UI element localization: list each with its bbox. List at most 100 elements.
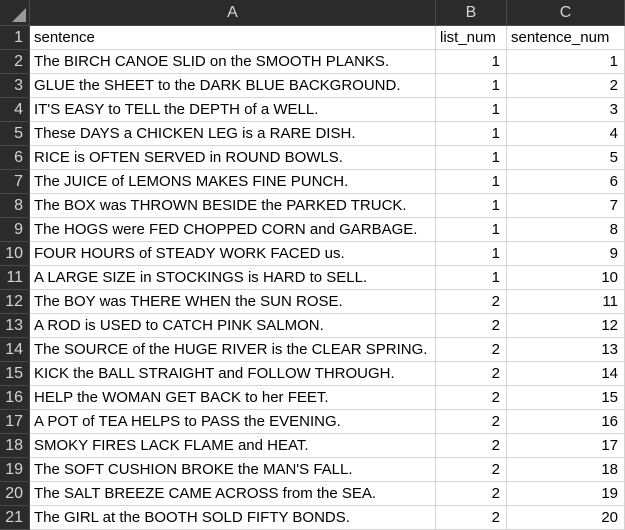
- list-num-cell[interactable]: 1: [436, 50, 507, 74]
- list-num-cell[interactable]: 1: [436, 218, 507, 242]
- sentence-cell[interactable]: SMOKY FIRES LACK FLAME and HEAT.: [30, 434, 436, 458]
- row-header[interactable]: 3: [0, 74, 30, 98]
- sentence-num-cell[interactable]: 4: [507, 122, 625, 146]
- sentence-cell[interactable]: The BOX was THROWN BESIDE the PARKED TRU…: [30, 194, 436, 218]
- row-header[interactable]: 12: [0, 290, 30, 314]
- table-row: 1 sentence list_num sentence_num: [0, 26, 625, 50]
- row-header-1[interactable]: 1: [0, 26, 30, 50]
- table-row: 20 The SALT BREEZE CAME ACROSS from the S…: [0, 482, 625, 506]
- table-row: 12 The BOY was THERE WHEN the SUN ROSE. 2 1…: [0, 290, 625, 314]
- sentence-num-cell[interactable]: 11: [507, 290, 625, 314]
- sentence-num-cell[interactable]: 19: [507, 482, 625, 506]
- table-row: 2 The BIRCH CANOE SLID on the SMOOTH PLAN…: [0, 50, 625, 74]
- cell-c1[interactable]: sentence_num: [507, 26, 625, 50]
- sentence-cell[interactable]: IT'S EASY to TELL the DEPTH of a WELL.: [30, 98, 436, 122]
- row-header[interactable]: 7: [0, 170, 30, 194]
- list-num-cell[interactable]: 1: [436, 74, 507, 98]
- list-num-cell[interactable]: 2: [436, 386, 507, 410]
- column-header-row: A B C: [0, 0, 625, 26]
- cell-b1[interactable]: list_num: [436, 26, 507, 50]
- list-num-cell[interactable]: 2: [436, 482, 507, 506]
- list-num-cell[interactable]: 2: [436, 362, 507, 386]
- sentence-cell[interactable]: A POT of TEA HELPS to PASS the EVENING.: [30, 410, 436, 434]
- list-num-cell[interactable]: 1: [436, 122, 507, 146]
- sentence-num-cell[interactable]: 15: [507, 386, 625, 410]
- sentence-cell[interactable]: The HOGS were FED CHOPPED CORN and GARBA…: [30, 218, 436, 242]
- sentence-num-cell[interactable]: 13: [507, 338, 625, 362]
- row-header[interactable]: 5: [0, 122, 30, 146]
- sentence-cell[interactable]: A ROD is USED to CATCH PINK SALMON.: [30, 314, 436, 338]
- sentence-cell[interactable]: The SOFT CUSHION BROKE the MAN'S FALL.: [30, 458, 436, 482]
- select-all-button[interactable]: [0, 0, 30, 26]
- sentence-cell[interactable]: KICK the BALL STRAIGHT and FOLLOW THROUG…: [30, 362, 436, 386]
- row-header[interactable]: 20: [0, 482, 30, 506]
- list-num-cell[interactable]: 1: [436, 266, 507, 290]
- list-num-cell[interactable]: 2: [436, 434, 507, 458]
- sentence-num-cell[interactable]: 5: [507, 146, 625, 170]
- row-header[interactable]: 11: [0, 266, 30, 290]
- row-header[interactable]: 15: [0, 362, 30, 386]
- list-num-cell[interactable]: 2: [436, 314, 507, 338]
- table-row: 9 The HOGS were FED CHOPPED CORN and GARB…: [0, 218, 625, 242]
- list-num-cell[interactable]: 2: [436, 458, 507, 482]
- sentence-cell[interactable]: The BIRCH CANOE SLID on the SMOOTH PLANK…: [30, 50, 436, 74]
- column-header-a[interactable]: A: [30, 0, 436, 26]
- sentence-num-cell[interactable]: 7: [507, 194, 625, 218]
- row-header[interactable]: 4: [0, 98, 30, 122]
- table-row: 13 A ROD is USED to CATCH PINK SALMON. 2 12: [0, 314, 625, 338]
- list-num-cell[interactable]: 2: [436, 506, 507, 530]
- row-header[interactable]: 9: [0, 218, 30, 242]
- sentence-cell[interactable]: The SOURCE of the HUGE RIVER is the CLEA…: [30, 338, 436, 362]
- sentence-cell[interactable]: A LARGE SIZE in STOCKINGS is HARD to SEL…: [30, 266, 436, 290]
- sentence-num-cell[interactable]: 14: [507, 362, 625, 386]
- table-row: 6 RICE is OFTEN SERVED in ROUND BOWLS. 1 5: [0, 146, 625, 170]
- sentence-cell[interactable]: HELP the WOMAN GET BACK to her FEET.: [30, 386, 436, 410]
- list-num-cell[interactable]: 1: [436, 98, 507, 122]
- sentence-cell[interactable]: The GIRL at the BOOTH SOLD FIFTY BONDS.: [30, 506, 436, 530]
- list-num-cell[interactable]: 2: [436, 410, 507, 434]
- row-header[interactable]: 16: [0, 386, 30, 410]
- sentence-num-cell[interactable]: 20: [507, 506, 625, 530]
- sentence-num-cell[interactable]: 10: [507, 266, 625, 290]
- column-header-c[interactable]: C: [507, 0, 625, 26]
- list-num-cell[interactable]: 1: [436, 242, 507, 266]
- cell-a1[interactable]: sentence: [30, 26, 436, 50]
- sentence-cell[interactable]: FOUR HOURS of STEADY WORK FACED us.: [30, 242, 436, 266]
- sentence-num-cell[interactable]: 9: [507, 242, 625, 266]
- sentence-cell[interactable]: RICE is OFTEN SERVED in ROUND BOWLS.: [30, 146, 436, 170]
- sentence-num-cell[interactable]: 8: [507, 218, 625, 242]
- sentence-cell[interactable]: The SALT BREEZE CAME ACROSS from the SEA…: [30, 482, 436, 506]
- sentence-num-cell[interactable]: 6: [507, 170, 625, 194]
- sentence-num-cell[interactable]: 12: [507, 314, 625, 338]
- list-num-cell[interactable]: 1: [436, 170, 507, 194]
- list-num-cell[interactable]: 1: [436, 146, 507, 170]
- row-header[interactable]: 8: [0, 194, 30, 218]
- column-header-b[interactable]: B: [436, 0, 507, 26]
- list-num-cell[interactable]: 1: [436, 194, 507, 218]
- sentence-cell[interactable]: The BOY was THERE WHEN the SUN ROSE.: [30, 290, 436, 314]
- row-header[interactable]: 19: [0, 458, 30, 482]
- row-header[interactable]: 6: [0, 146, 30, 170]
- sentence-num-cell[interactable]: 2: [507, 74, 625, 98]
- sentence-cell[interactable]: GLUE the SHEET to the DARK BLUE BACKGROU…: [30, 74, 436, 98]
- row-header[interactable]: 13: [0, 314, 30, 338]
- sentence-num-cell[interactable]: 17: [507, 434, 625, 458]
- row-header[interactable]: 21: [0, 506, 30, 530]
- sentence-num-cell[interactable]: 3: [507, 98, 625, 122]
- row-header[interactable]: 10: [0, 242, 30, 266]
- select-all-icon: [12, 8, 26, 22]
- list-num-cell[interactable]: 2: [436, 338, 507, 362]
- row-header[interactable]: 2: [0, 50, 30, 74]
- list-num-cell[interactable]: 2: [436, 290, 507, 314]
- sentence-num-cell[interactable]: 16: [507, 410, 625, 434]
- table-row: 18 SMOKY FIRES LACK FLAME and HEAT. 2 17: [0, 434, 625, 458]
- sentence-cell[interactable]: These DAYS a CHICKEN LEG is a RARE DISH.: [30, 122, 436, 146]
- table-row: 21 The GIRL at the BOOTH SOLD FIFTY BONDS…: [0, 506, 625, 530]
- row-header[interactable]: 18: [0, 434, 30, 458]
- sentence-num-cell[interactable]: 1: [507, 50, 625, 74]
- row-header[interactable]: 14: [0, 338, 30, 362]
- sentence-cell[interactable]: The JUICE of LEMONS MAKES FINE PUNCH.: [30, 170, 436, 194]
- row-header[interactable]: 17: [0, 410, 30, 434]
- spreadsheet: A B C 1 sentence list_num sentence_num 2…: [0, 0, 625, 530]
- sentence-num-cell[interactable]: 18: [507, 458, 625, 482]
